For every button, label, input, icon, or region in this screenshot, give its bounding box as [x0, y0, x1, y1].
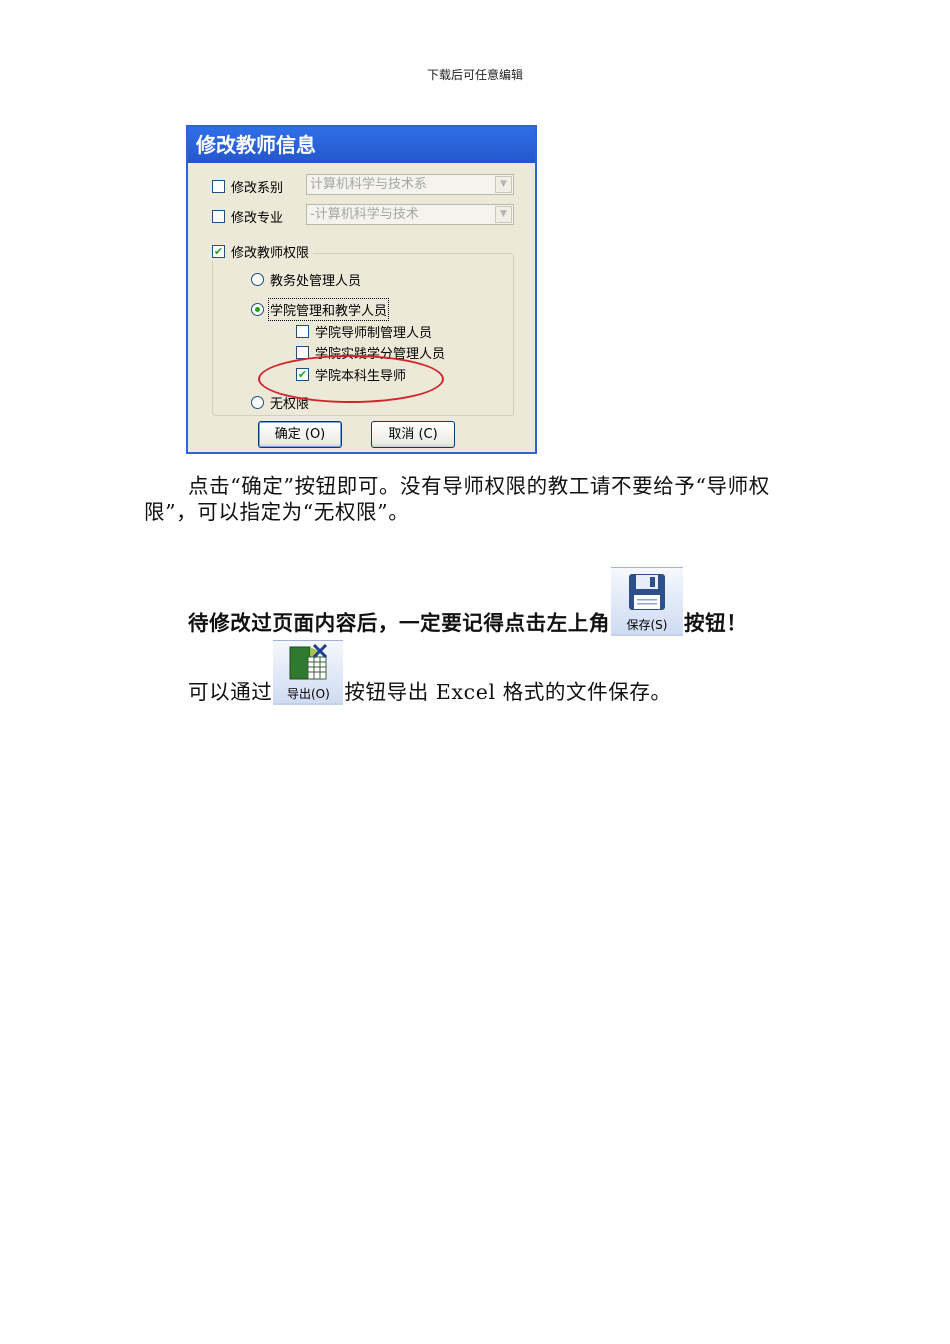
excel-export-icon	[289, 643, 328, 680]
modify-major-checkbox[interactable]	[212, 210, 225, 223]
checkbox-checked-icon[interactable]: ✔	[212, 245, 225, 258]
para2-text-before: 待修改过页面内容后，一定要记得点击左上角	[188, 611, 610, 635]
perm-option-college-staff[interactable]: 学院管理和教学人员	[251, 298, 390, 321]
edit-teacher-dialog: 修改教师信息 修改系别 计算机科学与技术系 ▼ 修改专业 -计算机科学与技术 ▼…	[186, 125, 537, 454]
instruction-paragraph-2: 待修改过页面内容后，一定要记得点击左上角 保存(S) 按钮！	[144, 567, 809, 636]
chevron-down-icon[interactable]: ▼	[495, 206, 512, 223]
page-header: 下载后可任意编辑	[426, 68, 523, 82]
radio-icon[interactable]	[251, 396, 264, 409]
save-button-image: 保存(S)	[611, 567, 683, 636]
ok-button[interactable]: 确定 (O)	[258, 421, 342, 448]
perm-option-academic-affairs[interactable]: 教务处管理人员	[251, 270, 361, 289]
radio-selected-icon[interactable]	[251, 303, 264, 316]
export-button-image: 导出(O)	[273, 640, 344, 705]
save-button-label: 保存(S)	[626, 618, 668, 632]
dialog-title: 修改教师信息	[188, 127, 535, 163]
sub-option-tutor-admin[interactable]: 学院导师制管理人员	[296, 322, 432, 341]
modify-dept-label: 修改系别	[231, 181, 284, 196]
checkbox-checked-icon[interactable]: ✔	[296, 368, 309, 381]
para3-text-before: 可以通过	[188, 680, 273, 704]
sub-option-label: 学院实践学分管理人员	[315, 347, 446, 362]
major-select-value: -计算机科学与技术	[310, 207, 419, 222]
checkbox-icon[interactable]	[296, 346, 309, 359]
perm-option-label: 无权限	[270, 397, 310, 412]
modify-dept-row: 修改系别	[212, 177, 283, 196]
checkbox-icon[interactable]	[296, 325, 309, 338]
floppy-disk-icon	[629, 574, 665, 610]
export-button-label: 导出(O)	[287, 687, 330, 701]
perm-option-label: 教务处管理人员	[270, 274, 362, 289]
sub-option-label: 学院导师制管理人员	[315, 326, 433, 341]
instruction-paragraph-3: 可以通过 导出(O) 按钮导出 Excel 格式的文件保存。	[144, 640, 809, 705]
instruction-paragraph-1: 点击“确定”按钮即可。没有导师权限的教工请不要给予“导师权限”，可以指定为“无权…	[144, 474, 770, 524]
radio-icon[interactable]	[251, 273, 264, 286]
modify-major-label: 修改专业	[231, 211, 284, 226]
modify-perm-label: 修改教师权限	[231, 246, 310, 261]
modify-major-row: 修改专业	[212, 207, 283, 226]
perm-option-label: 学院管理和教学人员	[267, 298, 390, 321]
sub-option-label: 学院本科生导师	[315, 369, 407, 384]
dept-select-value: 计算机科学与技术系	[310, 177, 428, 192]
modify-perm-row: ✔ 修改教师权限	[212, 242, 314, 261]
perm-option-none[interactable]: 无权限	[251, 393, 309, 412]
cancel-button[interactable]: 取消 (C)	[371, 421, 455, 448]
sub-option-practice-credit[interactable]: 学院实践学分管理人员	[296, 343, 445, 362]
major-select[interactable]: -计算机科学与技术 ▼	[306, 204, 514, 225]
modify-dept-checkbox[interactable]	[212, 180, 225, 193]
sub-option-undergrad-tutor[interactable]: ✔ 学院本科生导师	[296, 365, 406, 384]
para3-text-after: 按钮导出 Excel 格式的文件保存。	[344, 680, 672, 704]
para2-text-after: 按钮！	[684, 611, 748, 635]
dept-select[interactable]: 计算机科学与技术系 ▼	[306, 174, 514, 195]
chevron-down-icon[interactable]: ▼	[495, 176, 512, 193]
